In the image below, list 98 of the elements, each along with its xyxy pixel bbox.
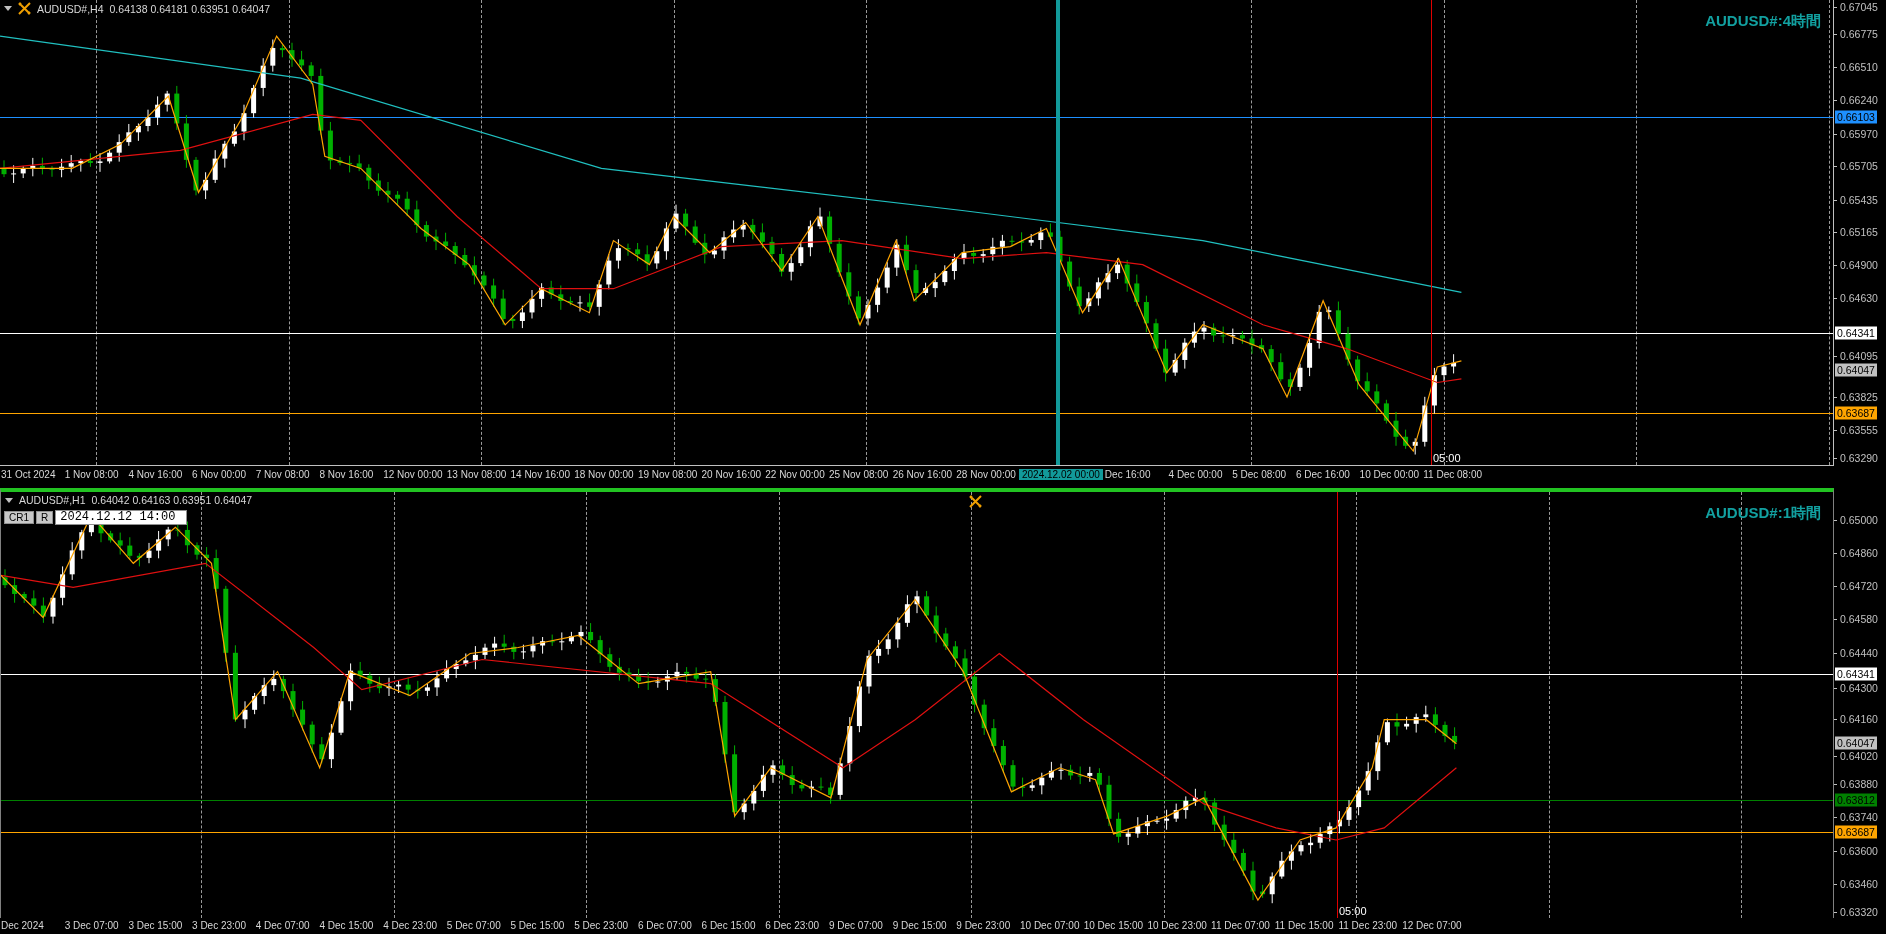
time-label: 5 Dec 23:00 [573,919,630,931]
time-label: 7 Nov 08:00 [254,468,311,480]
time-label: 11 Dec 15:00 [1273,919,1335,931]
price-marker-label: 0.64341 [1835,326,1877,340]
cursor-time-label: 05:00 [1433,452,1461,464]
price-tick-label: 0.63825 [1840,391,1878,403]
price-tick-label: 0.63740 [1840,811,1878,823]
price-marker-label: 0.63687 [1835,825,1877,839]
price-tick-label: 0.65165 [1840,226,1878,238]
price-marker-label: 0.64341 [1835,667,1877,681]
time-label: 3 Dec 15:00 [127,919,184,931]
price-tick-label: 0.64095 [1840,350,1878,362]
time-label: 5 Dec 08:00 [1231,468,1288,480]
time-label: 14 Nov 16:00 [509,468,571,480]
symbol-label: AUDUSD#,H1 [19,494,86,506]
price-marker-label: 0.66103 [1835,110,1877,124]
time-label: 19 Nov 08:00 [636,468,699,480]
time-label: 31 Oct 2024 [0,468,57,480]
price-tick-label: 0.65705 [1840,160,1878,172]
time-label: 9 Dec 07:00 [827,919,884,931]
time-label: 20 Nov 16:00 [700,468,763,480]
time-label: 18 Nov 00:00 [573,468,635,480]
tool-button[interactable]: R [36,511,54,524]
price-tick-label: 0.64020 [1840,750,1878,762]
time-label: 11 Dec 23:00 [1337,919,1399,931]
time-label: 10 Dec 23:00 [1146,919,1208,931]
ohlc-values: 0.64042 0.64163 0.63951 0.64047 [91,494,253,506]
time-label: 6 Dec 23:00 [764,919,821,931]
time-label: 10 Dec 00:00 [1358,468,1421,480]
time-label: 11 Dec 07:00 [1210,919,1271,931]
time-label: 12 Dec 07:00 [1401,919,1463,931]
price-tick-label: 0.64160 [1840,713,1878,725]
dropdown-triangle-icon[interactable] [4,6,12,11]
price-tick-label: 0.66510 [1840,61,1878,73]
time-label: 10 Dec 15:00 [1082,919,1145,931]
time-label: 1 Nov 08:00 [63,468,120,480]
price-tick-label: 0.64580 [1840,613,1878,625]
time-label: 22 Nov 00:00 [764,468,826,480]
time-label: 5 Dec 15:00 [509,919,566,931]
price-tick-label: 0.64440 [1840,647,1878,659]
price-tick-label: 0.63320 [1840,906,1878,918]
chart-title: AUDUSD#:1時間 [1705,504,1821,523]
price-tick-label: 0.65970 [1840,128,1878,140]
price-tick-label: 0.64720 [1840,580,1878,592]
time-label: 3 Dec 07:00 [63,919,120,931]
time-label: 6 Dec 15:00 [700,919,757,931]
crossed-tools-icon[interactable] [969,495,982,508]
price-tick-label: 0.63880 [1840,778,1878,790]
time-label: 4 Dec 07:00 [254,919,311,931]
price-tick-label: 0.65000 [1840,514,1878,526]
cursor-time-label: 05:00 [1339,905,1367,917]
price-tick-label: 0.64630 [1840,292,1878,304]
time-label: 10 Dec 07:00 [1019,919,1081,931]
price-marker-label: 0.63687 [1835,406,1877,420]
time-label: 12 Nov 00:00 [382,468,444,480]
date-input-field[interactable]: 2024.12.12 14:00 [55,510,188,525]
time-label: 11 Dec 08:00 [1422,468,1484,480]
time-label: 9 Dec 15:00 [891,919,948,931]
time-label: 8 Nov 16:00 [318,468,375,480]
price-tick-label: 0.64860 [1840,547,1878,559]
time-label: 4 Nov 16:00 [127,468,184,480]
price-tick-label: 0.64900 [1840,259,1878,271]
price-tick-label: 0.63460 [1840,878,1878,890]
time-label: 9 Dec 23:00 [955,919,1012,931]
dropdown-triangle-icon[interactable] [5,497,13,503]
time-label: 13 Nov 08:00 [445,468,508,480]
symbol-label: AUDUSD#,H4 [37,2,104,15]
time-label: 6 Dec 16:00 [1294,468,1351,480]
time-label: 6 Nov 00:00 [191,468,247,480]
price-tick-label: 0.63600 [1840,845,1878,857]
time-label: 4 Dec 00:00 [1167,468,1224,480]
time-label: 26 Nov 16:00 [891,468,954,480]
price-tick-label: 0.63290 [1840,452,1878,464]
price-marker-label: 0.64047 [1835,736,1877,750]
time-label: 5 Dec 07:00 [445,919,502,931]
time-label: Dec 16:00 [1103,468,1152,480]
chart-panel[interactable]: 05:00 AUDUSD#,H4 0.64138 0.64181 0.63951 0.64047 AUDUSD#:4時間 [0,0,1834,466]
time-label: 3 Dec 23:00 [191,919,247,931]
chart-panel[interactable]: 05:00 AUDUSD#,H1 0.64042 0.64163 0.63951 0.64047 CR1 R 2024.12.12 14:00 AUDUSD#:1時間 [0,488,1834,918]
time-label: 25 Nov 08:00 [827,468,890,480]
price-tick-label: 0.67045 [1840,1,1878,13]
price-tick-label: 0.63555 [1840,424,1878,436]
ohlc-values: 0.64138 0.64181 0.63951 0.64047 [109,2,271,15]
price-tick-label: 0.66240 [1840,94,1878,106]
tool-button[interactable]: CR1 [4,511,34,524]
time-label: 4 Dec 23:00 [382,919,439,931]
price-tick-label: 0.64300 [1840,682,1878,694]
time-label: Dec 2024 [0,919,45,931]
time-label: 6 Dec 07:00 [636,919,693,931]
time-label: 4 Dec 15:00 [318,919,375,931]
price-marker-label: 0.64047 [1835,363,1877,377]
price-marker-label: 0.63812 [1835,793,1877,807]
price-tick-label: 0.65435 [1840,194,1878,206]
crossed-tools-icon[interactable] [18,2,31,15]
chart-title: AUDUSD#:4時間 [1705,12,1821,31]
price-tick-label: 0.66775 [1840,28,1878,40]
time-label: 28 Nov 00:00 [955,468,1017,480]
highlighted-time-label: 2024.12.02 00:00 [1019,468,1103,480]
